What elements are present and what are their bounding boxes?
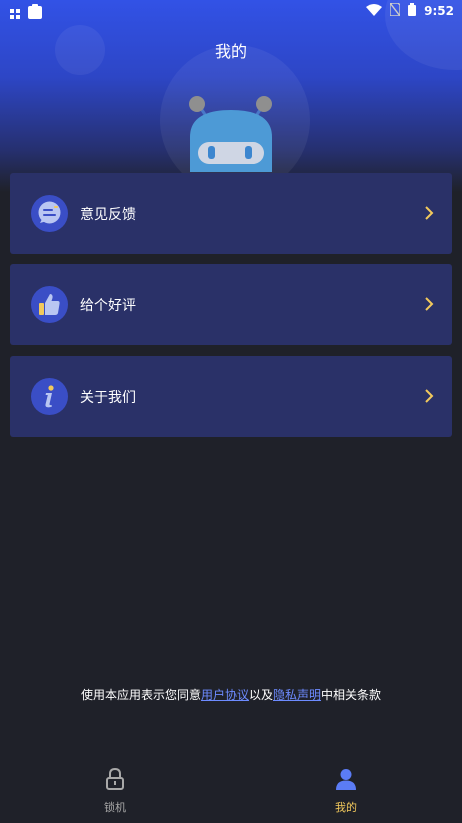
- agreement-middle: 以及: [248, 688, 273, 702]
- menu-item-label: 意见反馈: [80, 207, 136, 223]
- status-bar: 9:52: [0, 0, 462, 22]
- bottom-tab-bar: 锁机 我的: [0, 757, 462, 823]
- user-icon: [334, 767, 358, 791]
- agreement-prefix: 使用本应用表示您同意: [80, 688, 201, 702]
- tab-lock[interactable]: 锁机: [55, 757, 175, 823]
- info-icon: [31, 378, 68, 415]
- tab-label: 锁机: [104, 801, 126, 814]
- chevron-right-icon: [424, 388, 434, 404]
- battery-icon: [408, 3, 417, 19]
- menu-item-label: 给个好评: [80, 298, 136, 314]
- notification-grid-icon: [10, 4, 20, 23]
- menu-item-feedback[interactable]: 意见反馈: [10, 173, 452, 254]
- menu-item-label: 关于我们: [80, 390, 136, 406]
- agreement-suffix: 中相关条款: [321, 688, 382, 702]
- tab-mine[interactable]: 我的: [286, 757, 406, 823]
- menu-item-about[interactable]: 关于我们: [10, 356, 452, 437]
- feedback-chat-icon: [31, 195, 68, 232]
- lock-icon: [103, 767, 127, 791]
- page-title: 我的: [214, 42, 247, 61]
- clipboard-icon: [28, 4, 42, 23]
- privacy-statement-link[interactable]: 隐私声明: [273, 688, 321, 702]
- profile-header: 9:52 我的: [0, 0, 462, 192]
- chevron-right-icon: [424, 205, 434, 221]
- chevron-right-icon: [424, 296, 434, 312]
- agreement-notice: 使用本应用表示您同意用户协议以及隐私声明中相关条款: [0, 686, 462, 703]
- menu-item-rate[interactable]: 给个好评: [10, 264, 452, 345]
- clock-time: 9:52: [424, 4, 454, 18]
- user-agreement-link[interactable]: 用户协议: [201, 688, 249, 702]
- wifi-icon: [366, 3, 383, 19]
- thumbs-up-icon: [31, 286, 68, 323]
- tab-label: 我的: [335, 801, 357, 814]
- no-sim-icon: [389, 2, 401, 19]
